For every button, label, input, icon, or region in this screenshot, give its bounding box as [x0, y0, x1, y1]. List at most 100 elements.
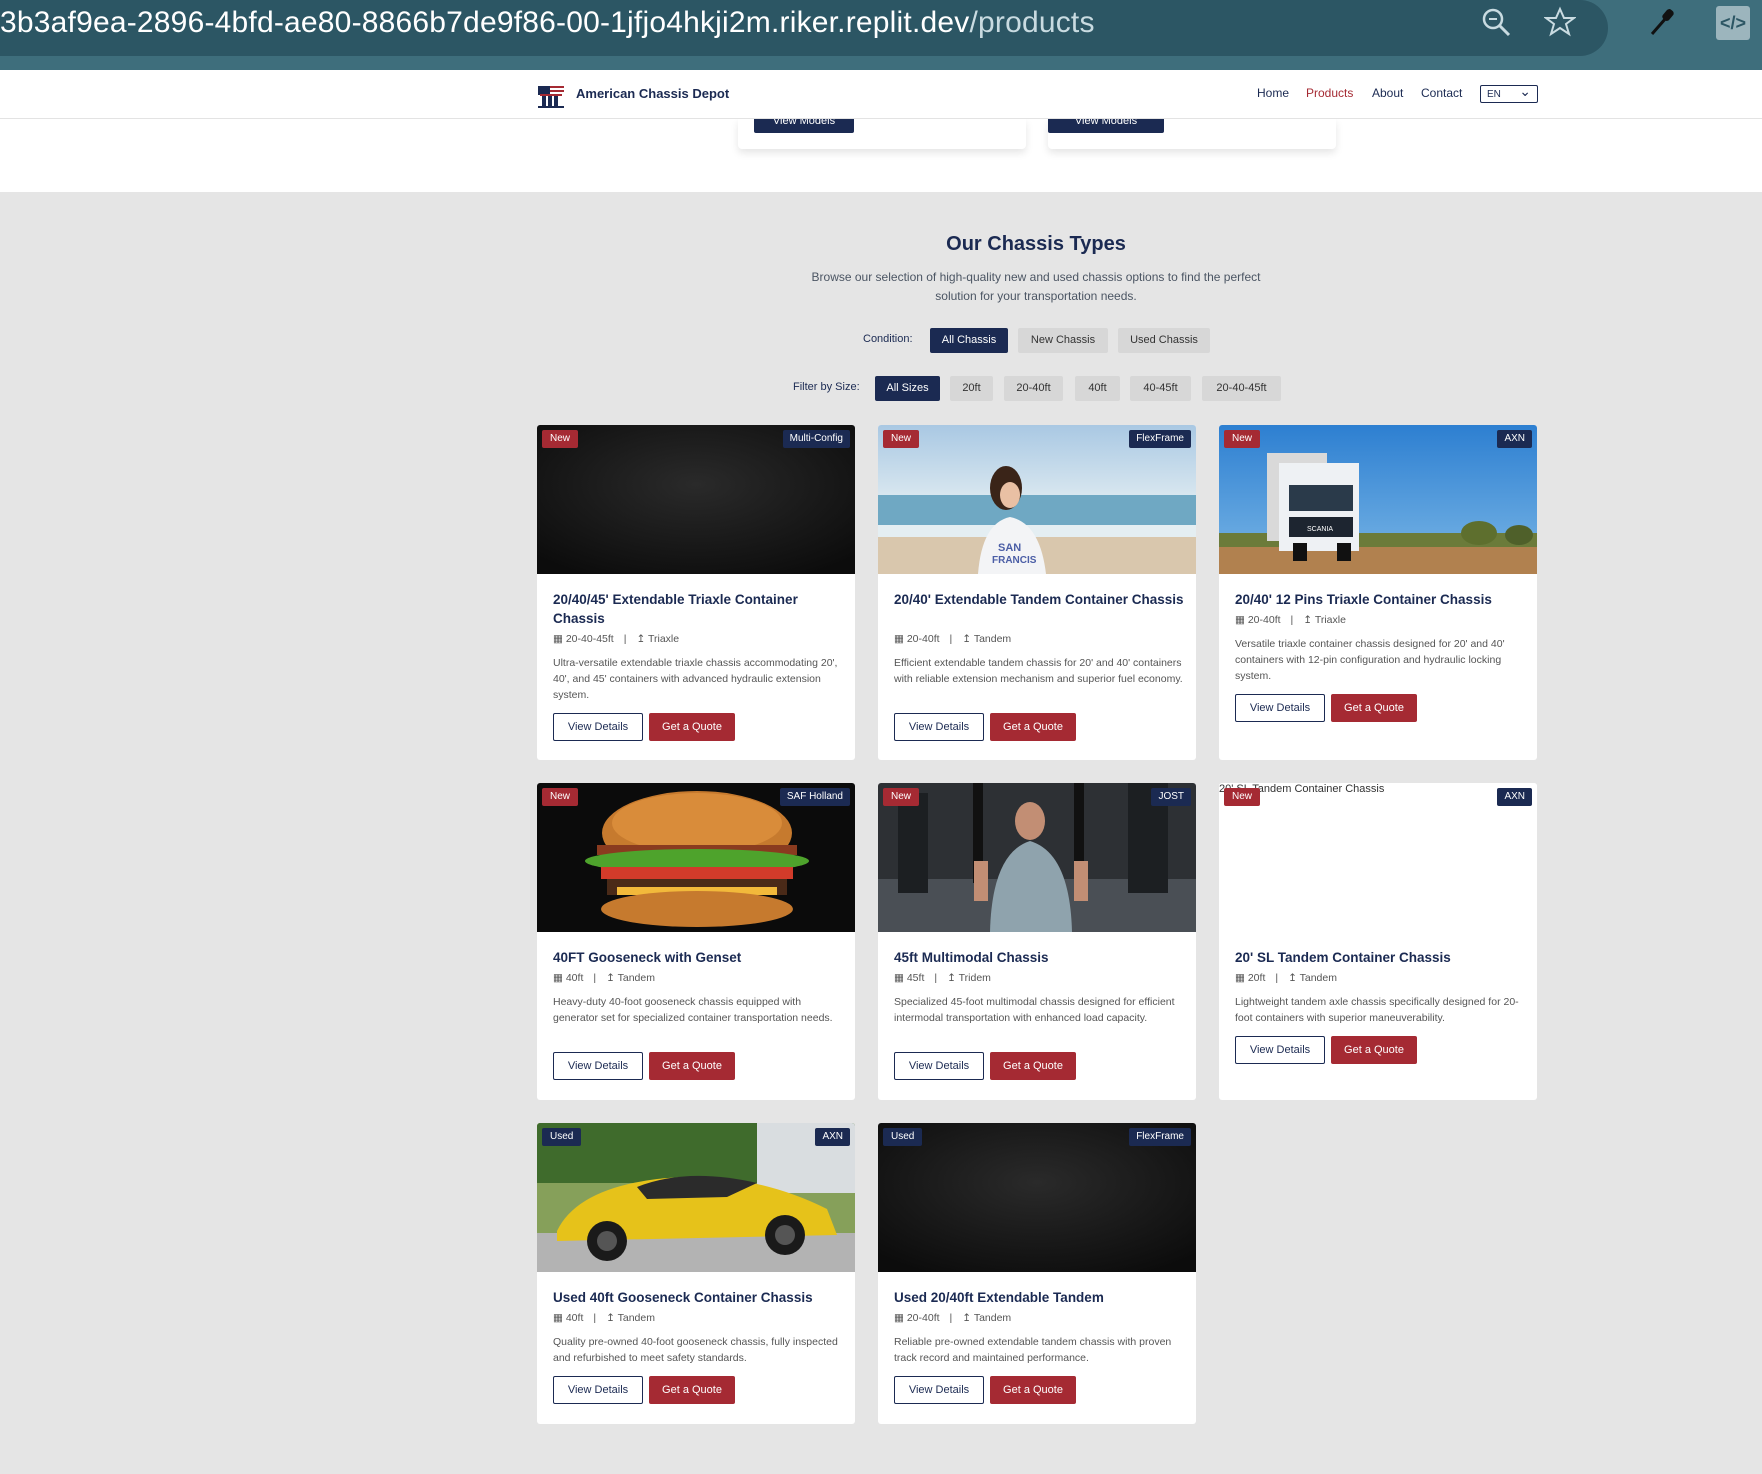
product-size: 20-40ft [906, 1312, 940, 1324]
get-quote-button[interactable]: Get a Quote [990, 713, 1076, 741]
condition-badge: New [1224, 788, 1261, 806]
product-meta: ▦ 20ft | ↥ Tandem [1235, 972, 1337, 984]
product-description: Efficient extendable tandem chassis for … [894, 657, 1183, 685]
axle-icon: ↥ [636, 633, 648, 645]
get-quote-button[interactable]: Get a Quote [990, 1376, 1076, 1404]
product-image[interactable]: 20' SL Tandem Container Chassis [1219, 783, 1537, 932]
get-quote-button[interactable]: Get a Quote [649, 1376, 735, 1404]
nav-products[interactable]: Products [1306, 86, 1353, 100]
condition-badge: Used [542, 1128, 582, 1146]
filter-all-chassis[interactable]: All Chassis [930, 328, 1008, 353]
product-meta: ▦ 40ft | ↥ Tandem [553, 1312, 655, 1324]
product-card: New Multi-Config 20/40/45' Extendable Tria… [537, 425, 855, 760]
size-icon: ▦ [553, 972, 566, 984]
filter-20-40-45ft[interactable]: 20-40-45ft [1202, 376, 1281, 401]
product-title[interactable]: Used 40ft Gooseneck Container Chassis [553, 1288, 843, 1307]
url-text[interactable]: 3b3af9ea-2896-4bfd-ae80-8866b7de9f86-00-… [0, 6, 1095, 40]
section-title: Our Chassis Types [946, 233, 1126, 255]
axle-icon: ↥ [1303, 614, 1315, 626]
get-quote-button[interactable]: Get a Quote [990, 1052, 1076, 1080]
product-meta: ▦ 40ft | ↥ Tandem [553, 972, 655, 984]
view-details-button[interactable]: View Details [894, 1376, 984, 1404]
product-axle: Triaxle [1314, 614, 1346, 626]
meta-divider: | [949, 633, 953, 645]
axle-icon: ↥ [962, 1312, 974, 1324]
devtools-icon[interactable]: </> [1716, 6, 1750, 40]
product-title[interactable]: Used 20/40ft Extendable Tandem [894, 1288, 1184, 1307]
meta-divider: | [1290, 614, 1294, 626]
filter-40-45ft[interactable]: 40-45ft [1130, 376, 1191, 401]
filter-used-chassis[interactable]: Used Chassis [1118, 328, 1210, 353]
product-size: 45ft [906, 972, 925, 984]
size-icon: ▦ [1235, 972, 1248, 984]
product-description: Lightweight tandem axle chassis specific… [1235, 996, 1519, 1024]
view-models-button[interactable]: View Models [754, 119, 854, 133]
view-details-button[interactable]: View Details [553, 1052, 643, 1080]
product-title[interactable]: 20/40/45' Extendable Triaxle Container C… [553, 590, 843, 628]
product-description: Specialized 45-foot multimodal chassis d… [894, 996, 1175, 1024]
meta-divider: | [593, 1312, 597, 1324]
product-size: 20-40ft [906, 633, 940, 645]
view-details-button[interactable]: View Details [553, 713, 643, 741]
logo-icon[interactable] [538, 82, 566, 108]
brand-name[interactable]: American Chassis Depot [576, 86, 729, 101]
filter-new-chassis[interactable]: New Chassis [1018, 328, 1108, 353]
meta-divider: | [934, 972, 938, 984]
product-axle: Tandem [617, 1312, 655, 1324]
site-header: American Chassis Depot Home Products Abo… [0, 70, 1762, 119]
chevron-down-icon: ⌄ [1519, 83, 1531, 99]
product-size: 40ft [565, 1312, 584, 1324]
condition-badge: New [542, 430, 579, 448]
address-bar[interactable]: 3b3af9ea-2896-4bfd-ae80-8866b7de9f86-00-… [0, 0, 1608, 56]
meta-divider: | [623, 633, 627, 645]
product-title[interactable]: 40FT Gooseneck with Genset [553, 948, 843, 967]
view-details-button[interactable]: View Details [1235, 1036, 1325, 1064]
product-description: Quality pre-owned 40-foot gooseneck chas… [553, 1336, 838, 1364]
meta-divider: | [1275, 972, 1279, 984]
zoom-icon[interactable] [1480, 6, 1512, 46]
eyedropper-icon[interactable] [1646, 6, 1676, 46]
language-value: EN [1487, 89, 1501, 100]
section-subtitle: Browse our selection of high-quality new… [811, 270, 1261, 303]
filter-20ft[interactable]: 20ft [950, 376, 993, 401]
brand-badge: FlexFrame [1129, 430, 1191, 448]
product-title[interactable]: 45ft Multimodal Chassis [894, 948, 1184, 967]
filter-all-sizes[interactable]: All Sizes [875, 376, 940, 401]
get-quote-button[interactable]: Get a Quote [649, 713, 735, 741]
product-image[interactable] [537, 1123, 855, 1272]
product-card: Used FlexFrame Used 20/40ft Extendable Tan… [878, 1123, 1196, 1424]
brand-badge: AXN [1497, 430, 1532, 448]
axle-icon: ↥ [606, 972, 618, 984]
product-description: Reliable pre-owned extendable tandem cha… [894, 1336, 1172, 1364]
get-quote-button[interactable]: Get a Quote [1331, 694, 1417, 722]
svg-text:SAN: SAN [998, 542, 1021, 554]
product-title[interactable]: 20/40' 12 Pins Triaxle Container Chassis [1235, 590, 1525, 609]
product-title[interactable]: 20' SL Tandem Container Chassis [1235, 948, 1525, 967]
get-quote-button[interactable]: Get a Quote [1331, 1036, 1417, 1064]
nav-home[interactable]: Home [1257, 86, 1289, 100]
filter-20-40ft[interactable]: 20-40ft [1004, 376, 1063, 401]
view-details-button[interactable]: View Details [1235, 694, 1325, 722]
product-title[interactable]: 20/40' Extendable Tandem Container Chass… [894, 590, 1184, 609]
filter-40ft[interactable]: 40ft [1075, 376, 1120, 401]
product-meta: ▦ 20-40ft | ↥ Tandem [894, 633, 1011, 645]
product-meta: ▦ 20-40-45ft | ↥ Triaxle [553, 633, 679, 645]
product-image[interactable] [878, 783, 1196, 932]
brand-badge: AXN [815, 1128, 850, 1146]
product-card: New SAF Holland 40FT Gooseneck with Genset… [537, 783, 855, 1100]
view-models-button[interactable]: View Models [1048, 119, 1164, 133]
nav-contact[interactable]: Contact [1421, 86, 1462, 100]
view-details-button[interactable]: View Details [553, 1376, 643, 1404]
browser-toolbar: 3b3af9ea-2896-4bfd-ae80-8866b7de9f86-00-… [0, 0, 1762, 70]
svg-text:FRANCIS: FRANCIS [992, 555, 1037, 566]
get-quote-button[interactable]: Get a Quote [649, 1052, 735, 1080]
nav-about[interactable]: About [1372, 86, 1403, 100]
star-icon[interactable] [1543, 6, 1577, 46]
size-icon: ▦ [894, 633, 907, 645]
view-details-button[interactable]: View Details [894, 1052, 984, 1080]
view-details-button[interactable]: View Details [894, 713, 984, 741]
language-select[interactable]: EN ⌄ [1480, 83, 1538, 103]
product-meta: ▦ 20-40ft | ↥ Tandem [894, 1312, 1011, 1324]
product-image[interactable]: SCANIA [1219, 425, 1537, 574]
brand-badge: SAF Holland [779, 788, 850, 806]
